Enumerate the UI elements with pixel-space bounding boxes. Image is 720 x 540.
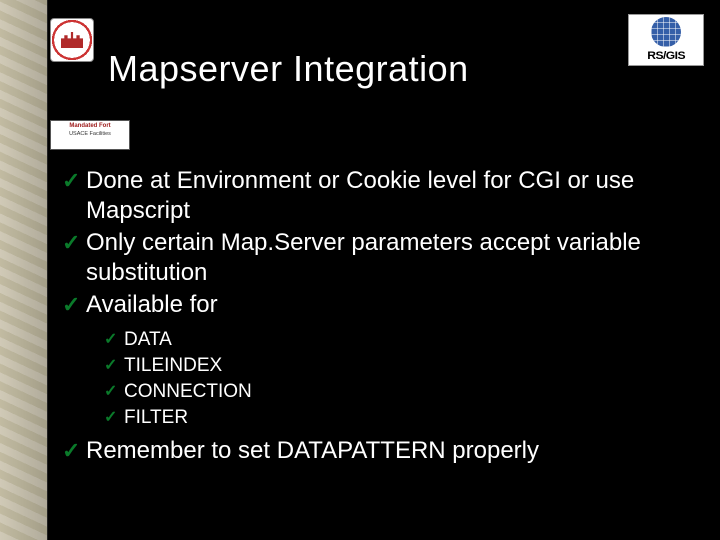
rsgis-logo-text: RS/GIS (647, 50, 685, 62)
globe-icon (651, 17, 681, 47)
check-icon: ✓ (62, 166, 86, 196)
sub-bullet-2: ✓ TILEINDEX (104, 354, 682, 378)
badge-line1: Mandated Fort (52, 123, 128, 130)
bullet-4: ✓ Remember to set DATAPATTERN properly (62, 436, 682, 466)
sub-bullet-text: CONNECTION (124, 380, 252, 404)
sub-bullet-1: ✓ DATA (104, 328, 682, 352)
sublist: ✓ DATA ✓ TILEINDEX ✓ CONNECTION ✓ FILTER (104, 328, 682, 430)
check-icon: ✓ (104, 328, 124, 352)
castle-icon (61, 32, 83, 48)
decorative-map-strip (0, 0, 48, 540)
usace-logo (50, 18, 94, 62)
sub-bullet-text: TILEINDEX (124, 354, 222, 378)
sub-bullet-4: ✓ FILTER (104, 406, 682, 430)
rsgis-logo: RS/GIS (628, 14, 704, 66)
slide-body: ✓ Done at Environment or Cookie level fo… (62, 166, 682, 468)
sub-bullet-text: FILTER (124, 406, 188, 430)
badge-line2: USACE Facilities (52, 131, 128, 137)
check-icon: ✓ (104, 380, 124, 404)
sub-bullet-text: DATA (124, 328, 172, 352)
check-icon: ✓ (62, 436, 86, 466)
sub-bullet-3: ✓ CONNECTION (104, 380, 682, 404)
fort-badge: Mandated Fort USACE Facilities (50, 120, 130, 150)
bullet-text: Done at Environment or Cookie level for … (86, 166, 682, 226)
check-icon: ✓ (104, 354, 124, 378)
bullet-1: ✓ Done at Environment or Cookie level fo… (62, 166, 682, 226)
bullet-text: Only certain Map.Server parameters accep… (86, 228, 682, 288)
bullet-2: ✓ Only certain Map.Server parameters acc… (62, 228, 682, 288)
check-icon: ✓ (104, 406, 124, 430)
check-icon: ✓ (62, 290, 86, 320)
check-icon: ✓ (62, 228, 86, 258)
bullet-text: Available for (86, 290, 218, 320)
bullet-3: ✓ Available for (62, 290, 682, 320)
slide-title: Mapserver Integration (108, 48, 469, 90)
bullet-text: Remember to set DATAPATTERN properly (86, 436, 539, 466)
